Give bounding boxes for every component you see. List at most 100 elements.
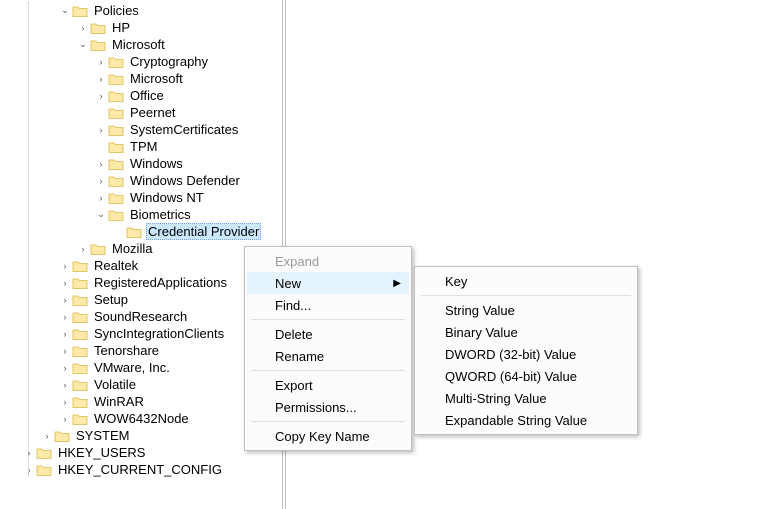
tree-item-label: TPM <box>128 138 159 155</box>
menu-item-find[interactable]: Find... <box>247 294 409 316</box>
tree-item-peernet[interactable]: · Peernet <box>0 104 282 121</box>
menu-item-binary-value[interactable]: Binary Value <box>417 321 635 343</box>
chevron-right-icon[interactable]: › <box>76 21 90 35</box>
chevron-right-icon[interactable]: › <box>94 174 108 188</box>
menu-separator <box>421 295 631 296</box>
chevron-right-icon[interactable]: › <box>58 344 72 358</box>
chevron-down-icon[interactable]: ⌄ <box>94 208 108 222</box>
menu-item-label: New <box>275 276 301 291</box>
tree-item-realtek[interactable]: › Realtek <box>0 257 282 274</box>
tree-item-vmware[interactable]: › VMware, Inc. <box>0 359 282 376</box>
menu-item-copy-key-name[interactable]: Copy Key Name <box>247 425 409 447</box>
tree-item-cryptography[interactable]: › Cryptography <box>0 53 282 70</box>
tree-item-setup[interactable]: › Setup <box>0 291 282 308</box>
tree-item-biometrics[interactable]: ⌄ Biometrics <box>0 206 282 223</box>
chevron-right-icon[interactable]: › <box>58 327 72 341</box>
folder-icon <box>108 174 124 188</box>
tree-item-label: HKEY_CURRENT_CONFIG <box>56 461 224 478</box>
folder-icon <box>108 55 124 69</box>
menu-item-label: Multi-String Value <box>445 391 547 406</box>
folder-icon <box>72 276 88 290</box>
tree-item-label: Mozilla <box>110 240 154 257</box>
chevron-right-icon[interactable]: › <box>94 157 108 171</box>
tree-item-label: HP <box>110 19 132 36</box>
context-submenu-new: Key String Value Binary Value DWORD (32-… <box>414 266 638 435</box>
tree-item-label: Peernet <box>128 104 178 121</box>
tree-item-volatile[interactable]: › Volatile <box>0 376 282 393</box>
chevron-right-icon[interactable]: › <box>58 412 72 426</box>
menu-item-delete[interactable]: Delete <box>247 323 409 345</box>
chevron-right-icon[interactable]: › <box>94 72 108 86</box>
menu-item-qword-value[interactable]: QWORD (64-bit) Value <box>417 365 635 387</box>
chevron-right-icon[interactable]: › <box>58 310 72 324</box>
chevron-right-icon[interactable]: › <box>94 55 108 69</box>
menu-item-export[interactable]: Export <box>247 374 409 396</box>
chevron-down-icon[interactable]: ⌄ <box>58 4 72 18</box>
folder-icon <box>72 310 88 324</box>
tree-item-microsoft2[interactable]: › Microsoft <box>0 70 282 87</box>
chevron-right-icon[interactable]: › <box>58 276 72 290</box>
menu-item-dword-value[interactable]: DWORD (32-bit) Value <box>417 343 635 365</box>
chevron-right-icon[interactable]: › <box>58 259 72 273</box>
tree-item-label: Setup <box>92 291 130 308</box>
registry-tree[interactable]: ⌄ Policies › HP ⌄ Microsoft › Cryptograp… <box>0 0 282 478</box>
menu-item-rename[interactable]: Rename <box>247 345 409 367</box>
tree-item-tpm[interactable]: · TPM <box>0 138 282 155</box>
chevron-down-icon[interactable]: ⌄ <box>76 38 90 52</box>
tree-item-mozilla[interactable]: › Mozilla <box>0 240 282 257</box>
tree-item-system[interactable]: › SYSTEM <box>0 427 282 444</box>
tree-item-systemcertificates[interactable]: › SystemCertificates <box>0 121 282 138</box>
chevron-right-icon[interactable]: › <box>94 123 108 137</box>
chevron-right-icon[interactable]: › <box>40 429 54 443</box>
menu-item-multi-string-value[interactable]: Multi-String Value <box>417 387 635 409</box>
tree-item-windows-nt[interactable]: › Windows NT <box>0 189 282 206</box>
tree-item-hp[interactable]: › HP <box>0 19 282 36</box>
tree-item-label: SYSTEM <box>74 427 131 444</box>
tree-item-office[interactable]: › Office <box>0 87 282 104</box>
folder-icon <box>108 106 124 120</box>
chevron-right-icon[interactable]: › <box>58 378 72 392</box>
expander-blank: · <box>112 225 126 239</box>
chevron-right-icon[interactable]: › <box>76 242 90 256</box>
chevron-right-icon[interactable]: › <box>58 395 72 409</box>
tree-item-soundresearch[interactable]: › SoundResearch <box>0 308 282 325</box>
tree-item-hkey-current-config[interactable]: › HKEY_CURRENT_CONFIG <box>0 461 282 478</box>
tree-item-label: SyncIntegrationClients <box>92 325 226 342</box>
chevron-right-icon[interactable]: › <box>58 361 72 375</box>
menu-item-label: Key <box>445 274 467 289</box>
tree-item-registeredapplications[interactable]: › RegisteredApplications <box>0 274 282 291</box>
chevron-right-icon[interactable]: › <box>94 89 108 103</box>
menu-item-label: Rename <box>275 349 324 364</box>
menu-item-label: Delete <box>275 327 313 342</box>
registry-tree-pane[interactable]: ⌄ Policies › HP ⌄ Microsoft › Cryptograp… <box>0 0 282 509</box>
tree-item-winrar[interactable]: › WinRAR <box>0 393 282 410</box>
tree-item-windows-defender[interactable]: › Windows Defender <box>0 172 282 189</box>
menu-item-new[interactable]: New ▶ <box>247 272 409 294</box>
chevron-right-icon[interactable]: › <box>58 293 72 307</box>
tree-item-label: HKEY_USERS <box>56 444 147 461</box>
tree-item-hkey-users[interactable]: › HKEY_USERS <box>0 444 282 461</box>
menu-item-key[interactable]: Key <box>417 270 635 292</box>
menu-item-expand: Expand <box>247 250 409 272</box>
folder-icon <box>72 361 88 375</box>
tree-item-wow6432node[interactable]: › WOW6432Node <box>0 410 282 427</box>
menu-item-string-value[interactable]: String Value <box>417 299 635 321</box>
tree-item-syncintegrationclients[interactable]: › SyncIntegrationClients <box>0 325 282 342</box>
tree-item-credential-provider[interactable]: · Credential Provider <box>0 223 282 240</box>
folder-icon <box>108 191 124 205</box>
tree-item-label: Volatile <box>92 376 138 393</box>
chevron-right-icon[interactable]: › <box>22 446 36 460</box>
chevron-right-icon[interactable]: › <box>94 191 108 205</box>
tree-item-tenorshare[interactable]: › Tenorshare <box>0 342 282 359</box>
menu-item-permissions[interactable]: Permissions... <box>247 396 409 418</box>
folder-icon <box>90 242 106 256</box>
tree-item-microsoft[interactable]: ⌄ Microsoft <box>0 36 282 53</box>
tree-item-policies[interactable]: ⌄ Policies <box>0 2 282 19</box>
tree-item-label: Microsoft <box>128 70 185 87</box>
menu-item-expandable-string-value[interactable]: Expandable String Value <box>417 409 635 431</box>
tree-item-label: SoundResearch <box>92 308 189 325</box>
tree-item-label: SystemCertificates <box>128 121 240 138</box>
tree-item-label: Policies <box>92 2 141 19</box>
tree-item-windows[interactable]: › Windows <box>0 155 282 172</box>
chevron-right-icon[interactable]: › <box>22 463 36 477</box>
